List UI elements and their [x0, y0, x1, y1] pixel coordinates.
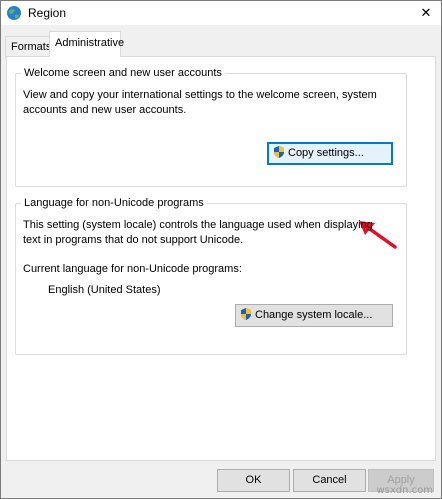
window-title: Region	[28, 6, 67, 20]
tab-administrative[interactable]: Administrative	[49, 31, 124, 57]
language-description-line1: This setting (system locale) controls th…	[23, 219, 373, 231]
region-dialog: Region ✕ Formats Administrative Welcome …	[0, 0, 442, 499]
tab-formats[interactable]: Formats	[5, 36, 51, 58]
language-group-legend: Language for non-Unicode programs	[21, 196, 207, 210]
watermark: wsxdn.com	[376, 485, 433, 496]
language-description-line2: text in programs that do not support Uni…	[23, 234, 244, 246]
dialog-client: Formats Administrative Welcome screen an…	[1, 25, 441, 498]
globe-icon	[6, 5, 22, 21]
welcome-description-line2: accounts and new user accounts.	[23, 104, 187, 116]
administrative-panel: Welcome screen and new user accounts Vie…	[6, 56, 436, 461]
change-system-locale-button[interactable]: Change system locale...	[235, 304, 393, 327]
current-language-label: Current language for non-Unicode program…	[23, 263, 242, 275]
welcome-description-line1: View and copy your international setting…	[23, 89, 377, 101]
welcome-group: Welcome screen and new user accounts Vie…	[15, 66, 407, 187]
copy-settings-label: Copy settings...	[288, 147, 364, 159]
welcome-group-legend: Welcome screen and new user accounts	[21, 66, 225, 80]
copy-settings-button[interactable]: Copy settings...	[267, 142, 393, 165]
change-system-locale-label: Change system locale...	[255, 309, 373, 321]
uac-shield-icon	[272, 145, 286, 159]
uac-shield-icon	[239, 307, 253, 321]
title-bar: Region ✕	[1, 1, 441, 25]
language-group: Language for non-Unicode programs This s…	[15, 196, 407, 355]
cancel-button[interactable]: Cancel	[293, 469, 366, 492]
current-language-value: English (United States)	[48, 284, 161, 296]
close-icon[interactable]: ✕	[417, 4, 435, 22]
ok-button[interactable]: OK	[217, 469, 290, 492]
